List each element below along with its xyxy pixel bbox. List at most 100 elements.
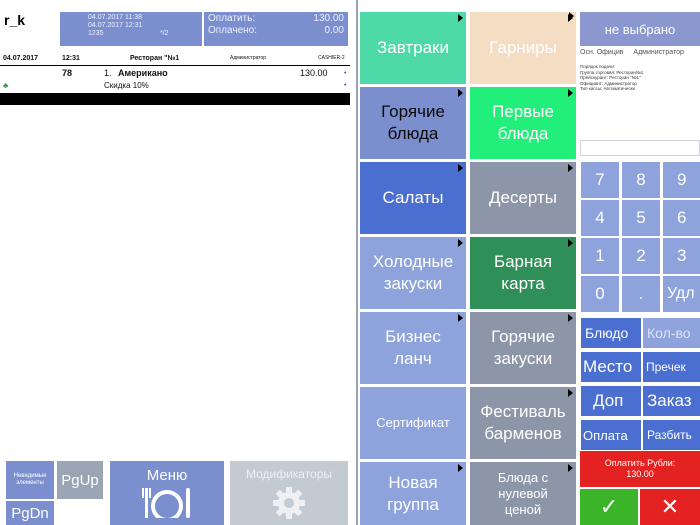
category-new-group[interactable]: Новая группа bbox=[360, 462, 466, 525]
quantity-button[interactable]: Кол-во bbox=[643, 318, 700, 348]
quantity-input[interactable] bbox=[580, 140, 700, 156]
submenu-arrow-icon bbox=[458, 239, 463, 247]
category-salads[interactable]: Салаты bbox=[360, 162, 466, 234]
submenu-arrow-icon bbox=[569, 12, 574, 20]
category-hot-snacks[interactable]: Горячие закуски bbox=[470, 312, 576, 384]
category-first-courses[interactable]: Первые блюда bbox=[470, 87, 576, 159]
key-8[interactable]: 8 bbox=[622, 162, 660, 198]
split-button[interactable]: Разбить bbox=[643, 420, 700, 450]
menu-label: Меню bbox=[146, 467, 188, 484]
extra-button[interactable]: Доп bbox=[581, 386, 641, 416]
pay-rubles-button[interactable]: Оплатить Рубли: 130.00 bbox=[580, 451, 700, 487]
discount-label: Скидка 10% bbox=[104, 81, 149, 90]
selection-title[interactable]: не выбрано bbox=[580, 12, 700, 46]
pay-value: 130.00 bbox=[313, 13, 344, 24]
submenu-arrow-icon bbox=[458, 464, 463, 472]
discount-arrow-icon: ♣ bbox=[3, 81, 9, 90]
pay-rubles-label: Оплатить Рубли: bbox=[604, 458, 676, 468]
order-button[interactable]: Заказ bbox=[643, 386, 700, 416]
place-button[interactable]: Место bbox=[581, 352, 641, 382]
category-label: Новая группа bbox=[387, 472, 439, 514]
category-label: Блюда с нулевой ценой bbox=[497, 469, 549, 517]
order-date: 04.07.2017 bbox=[3, 55, 39, 62]
submenu-arrow-icon bbox=[568, 389, 573, 397]
category-desserts[interactable]: Десерты bbox=[470, 162, 576, 234]
order-time: 12:31 bbox=[62, 55, 80, 62]
tab-waiter[interactable]: Осн. Официв bbox=[580, 49, 623, 56]
cancel-button[interactable]: ✕ bbox=[640, 489, 700, 525]
category-label: Барная карта bbox=[493, 252, 553, 293]
order-role: Администратор bbox=[230, 55, 267, 61]
submenu-arrow-icon bbox=[568, 89, 573, 97]
plate-cutlery-icon bbox=[142, 488, 190, 518]
order-item-row[interactable]: 78 1. Американо 130.00 • bbox=[0, 67, 350, 81]
paid-label: Оплачено: bbox=[208, 25, 258, 36]
key-2[interactable]: 2 bbox=[622, 238, 660, 274]
pay-rubles-value: 130.00 bbox=[626, 469, 654, 479]
payment-summary: Оплатить: 130.00 Оплачено: 0.00 bbox=[204, 12, 348, 46]
category-label: Фестиваль барменов bbox=[480, 402, 566, 443]
order-dates: 04.07.2017 11:38 04.07.2017 12:31 1235 */… bbox=[60, 12, 202, 46]
paid-value: 0.00 bbox=[324, 25, 344, 36]
item-name: Американо bbox=[118, 68, 168, 78]
hidden-elements-button[interactable]: Невидимые элементы bbox=[6, 461, 54, 499]
dish-button[interactable]: Блюдо bbox=[581, 318, 641, 348]
tab-admin[interactable]: Администратор bbox=[633, 49, 684, 56]
category-festival[interactable]: Фестиваль барменов bbox=[470, 387, 576, 459]
delete-key[interactable]: Удл bbox=[663, 276, 700, 312]
close-icon: ✕ bbox=[660, 494, 680, 519]
submenu-arrow-icon bbox=[458, 314, 463, 322]
key-dot[interactable]: . bbox=[622, 276, 660, 312]
key-3[interactable]: 3 bbox=[663, 238, 700, 274]
restaurant-name: Ресторан "№1 bbox=[130, 55, 180, 62]
info-details: Порядок подачи: Группа торговая: Рестора… bbox=[580, 64, 700, 92]
item-price: 130.00 bbox=[300, 68, 328, 78]
order-station: CASHIER-2 bbox=[318, 55, 345, 61]
discount-row[interactable]: ♣ Скидка 10% • bbox=[0, 80, 350, 92]
category-label: Салаты bbox=[382, 188, 444, 207]
menu-button[interactable]: Меню bbox=[110, 461, 224, 525]
order-info-line: 04.07.2017 12:31 Ресторан "№1 Администра… bbox=[0, 52, 350, 66]
discount-marker-icon: • bbox=[344, 82, 347, 89]
precheck-button[interactable]: Пречек bbox=[643, 352, 700, 382]
info-line: Тип кассы: Автоматически bbox=[580, 86, 636, 91]
category-label: Бизнес ланч bbox=[385, 327, 441, 368]
category-breakfast[interactable]: Завтраки bbox=[360, 12, 466, 84]
pay-label: Оплатить: bbox=[208, 13, 256, 24]
category-certificate[interactable]: Сертификат bbox=[360, 387, 466, 459]
category-cold-snacks[interactable]: Холодные закуски bbox=[360, 237, 466, 309]
key-9[interactable]: 9 bbox=[663, 162, 700, 198]
key-6[interactable]: 6 bbox=[663, 200, 700, 236]
modifiers-button[interactable]: Модификаторы bbox=[230, 461, 348, 525]
date-open: 04.07.2017 11:38 bbox=[88, 14, 142, 21]
item-marker-icon: • bbox=[344, 70, 347, 77]
category-business-lunch[interactable]: Бизнес ланч bbox=[360, 312, 466, 384]
modifiers-label: Модификаторы bbox=[245, 467, 333, 481]
category-bar-menu[interactable]: Барная карта bbox=[470, 237, 576, 309]
confirm-button[interactable]: ✓ bbox=[580, 489, 638, 525]
page-down-button[interactable]: PgDn bbox=[6, 501, 54, 525]
guest-count: */2 bbox=[160, 30, 169, 37]
category-label: Завтраки bbox=[376, 38, 449, 57]
key-7[interactable]: 7 bbox=[581, 162, 619, 198]
info-tabs: Осн. Официв Администратор bbox=[580, 49, 700, 63]
item-number: 1. bbox=[104, 68, 112, 78]
check-icon: ✓ bbox=[599, 494, 619, 519]
category-label: Горячие закуски bbox=[491, 327, 555, 368]
category-label: Холодные закуски bbox=[372, 252, 454, 293]
payment-button[interactable]: Оплата bbox=[581, 420, 641, 450]
key-5[interactable]: 5 bbox=[622, 200, 660, 236]
key-0[interactable]: 0 bbox=[581, 276, 619, 312]
submenu-arrow-icon bbox=[568, 464, 573, 472]
submenu-arrow-icon bbox=[458, 89, 463, 97]
key-4[interactable]: 4 bbox=[581, 200, 619, 236]
page-up-button[interactable]: PgUp bbox=[57, 461, 103, 499]
table-code: 1235 bbox=[88, 30, 104, 37]
submenu-arrow-icon bbox=[568, 164, 573, 172]
category-label: Гарниры bbox=[489, 38, 557, 57]
category-hot-dishes[interactable]: Горячие блюда bbox=[360, 87, 466, 159]
category-zero-price[interactable]: Блюда с нулевой ценой bbox=[470, 462, 576, 525]
category-label: Первые блюда bbox=[492, 102, 554, 143]
category-sides[interactable]: Гарниры bbox=[470, 12, 576, 84]
key-1[interactable]: 1 bbox=[581, 238, 619, 274]
